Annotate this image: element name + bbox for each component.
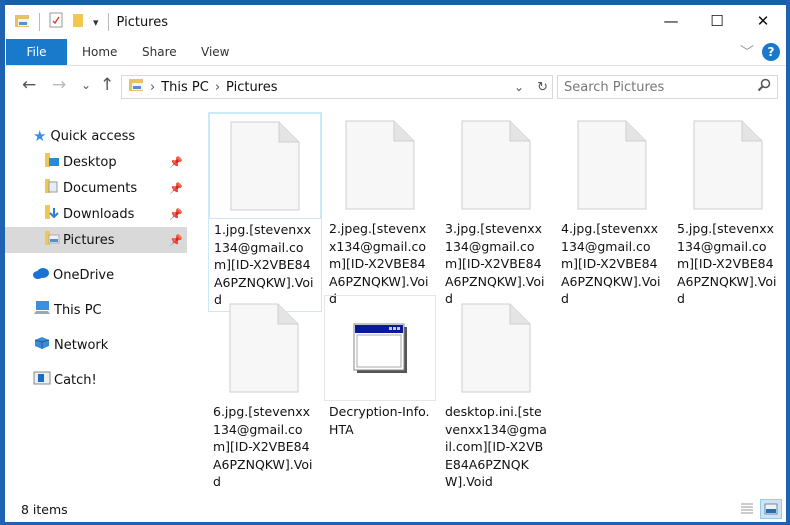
sidebar-item-pictures[interactable]: Pictures 📌	[5, 227, 187, 253]
properties-icon[interactable]	[49, 12, 63, 32]
ribbon: File Home Share View ﹀ ?	[5, 39, 786, 66]
sidebar-item-downloads[interactable]: Downloads 📌	[5, 201, 187, 227]
refresh-button[interactable]: ↻	[537, 80, 548, 95]
new-folder-icon[interactable]	[72, 12, 84, 32]
blank-file-icon	[324, 112, 436, 218]
search-placeholder: Search Pictures	[564, 79, 665, 95]
file-item[interactable]: Decryption-Info.HTA	[324, 295, 438, 440]
sidebar-item-label: This PC	[54, 302, 102, 318]
sidebar-item-label: Documents	[63, 180, 138, 196]
large-icons-view-button[interactable]	[760, 499, 782, 519]
file-item[interactable]: 6.jpg.[stevenxx134@gmail.com][ID-X2VBE84…	[208, 295, 322, 493]
tab-home[interactable]: Home	[82, 39, 117, 65]
file-item[interactable]: desktop.ini.[stevenxx134@gmail.com][ID-X…	[440, 295, 554, 493]
downloads-folder-icon	[44, 205, 60, 223]
app-icon	[33, 371, 51, 389]
sidebar-item-label: Desktop	[63, 154, 117, 170]
quick-access-toolbar: ▾	[5, 12, 109, 32]
title-bar: ▾ Pictures — ☐ ✕	[5, 5, 786, 39]
address-dropdown-icon[interactable]: ⌄	[514, 80, 524, 94]
file-item[interactable]: 3.jpg.[stevenxx134@gmail.com][ID-X2VBE84…	[440, 112, 554, 310]
item-count: 8 items	[21, 501, 68, 517]
navigation-bar: ← → ⌄ ↑ › This PC › Pictures ⌄ ↻ Search …	[5, 71, 786, 103]
up-button[interactable]: ↑	[100, 75, 114, 95]
pictures-folder-icon	[128, 78, 144, 96]
breadcrumb-separator: ›	[150, 79, 156, 95]
pictures-folder-icon	[14, 13, 30, 32]
search-icon[interactable]	[757, 78, 771, 96]
navigation-pane: ★ Quick access Desktop 📌 Documents 📌 Dow…	[5, 115, 191, 475]
sidebar-item-this-pc[interactable]: This PC	[5, 297, 187, 323]
desktop-folder-icon	[44, 153, 60, 171]
pin-icon[interactable]: 📌	[169, 234, 183, 247]
address-bar[interactable]: › This PC › Pictures ⌄ ↻	[121, 75, 553, 99]
details-view-button[interactable]	[736, 499, 758, 519]
explorer-window: ▾ Pictures — ☐ ✕ File Home Share View ﹀ …	[5, 0, 786, 522]
breadcrumb-this-pc[interactable]: This PC	[161, 80, 209, 95]
blank-file-icon	[209, 113, 321, 219]
sidebar-item-label: Quick access	[50, 128, 136, 144]
pin-icon[interactable]: 📌	[169, 208, 183, 221]
cloud-icon	[32, 267, 50, 283]
sidebar-item-label: Network	[54, 337, 109, 353]
star-icon: ★	[33, 127, 47, 145]
documents-folder-icon	[44, 179, 60, 197]
pin-icon[interactable]: 📌	[169, 156, 183, 169]
file-list: 1.jpg.[stevenxx134@gmail.com][ID-X2VBE84…	[201, 107, 781, 489]
help-icon[interactable]: ?	[762, 43, 780, 61]
computer-icon	[33, 300, 51, 320]
file-item[interactable]: 4.jpg.[stevenxx134@gmail.com][ID-X2VBE84…	[556, 112, 670, 310]
blank-file-icon	[208, 295, 320, 401]
sidebar-item-desktop[interactable]: Desktop 📌	[5, 149, 187, 175]
file-item[interactable]: 5.jpg.[stevenxx134@gmail.com][ID-X2VBE84…	[672, 112, 786, 310]
hta-window-icon	[324, 295, 436, 401]
tab-share[interactable]: Share	[142, 39, 177, 65]
file-item[interactable]: 2.jpeg.[stevenxx134@gmail.com][ID-X2VBE8…	[324, 112, 438, 310]
tab-view[interactable]: View	[201, 39, 229, 65]
collapse-ribbon-icon[interactable]: ﹀	[740, 42, 754, 62]
breadcrumb-pictures[interactable]: Pictures	[226, 80, 277, 95]
close-button[interactable]: ✕	[740, 5, 786, 37]
search-input[interactable]: Search Pictures	[557, 75, 778, 99]
network-icon	[33, 335, 51, 355]
window-title: Pictures	[116, 14, 169, 30]
breadcrumb-separator: ›	[214, 79, 221, 95]
recent-locations-button[interactable]: ⌄	[81, 78, 91, 92]
file-name: 6.jpg.[stevenxx134@gmail.com][ID-X2VBE84…	[213, 404, 313, 489]
blank-file-icon	[556, 112, 668, 218]
window-controls: — ☐ ✕	[648, 5, 786, 37]
sidebar-item-documents[interactable]: Documents 📌	[5, 175, 187, 201]
sidebar-item-label: OneDrive	[53, 267, 115, 283]
sidebar-item-label: Pictures	[63, 232, 115, 248]
divider	[107, 13, 109, 31]
sidebar-item-network[interactable]: Network	[5, 332, 187, 358]
sidebar-item-quick-access[interactable]: ★ Quick access	[5, 123, 187, 149]
minimize-button[interactable]: —	[648, 5, 694, 37]
status-bar: 8 items	[5, 496, 786, 522]
forward-button[interactable]: →	[52, 75, 66, 95]
sidebar-item-label: Downloads	[63, 206, 135, 222]
tab-file[interactable]: File	[6, 39, 67, 65]
blank-file-icon	[440, 112, 552, 218]
qat-dropdown-icon[interactable]: ▾	[93, 16, 99, 29]
pin-icon[interactable]: 📌	[169, 182, 183, 195]
blank-file-icon	[672, 112, 784, 218]
divider	[39, 13, 40, 31]
file-name: Decryption-Info.HTA	[329, 404, 430, 437]
sidebar-item-label: Catch!	[54, 372, 97, 388]
file-name: 4.jpg.[stevenxx134@gmail.com][ID-X2VBE84…	[561, 221, 661, 306]
sidebar-item-catch[interactable]: Catch!	[5, 367, 187, 393]
maximize-button[interactable]: ☐	[694, 5, 740, 37]
file-item[interactable]: 1.jpg.[stevenxx134@gmail.com][ID-X2VBE84…	[208, 112, 322, 312]
sidebar-item-onedrive[interactable]: OneDrive	[5, 262, 187, 288]
file-name: desktop.ini.[stevenxx134@gmail.com][ID-X…	[445, 404, 547, 489]
pictures-folder-icon	[44, 231, 60, 249]
back-button[interactable]: ←	[22, 75, 36, 95]
file-name: 5.jpg.[stevenxx134@gmail.com][ID-X2VBE84…	[677, 221, 777, 306]
blank-file-icon	[440, 295, 552, 401]
